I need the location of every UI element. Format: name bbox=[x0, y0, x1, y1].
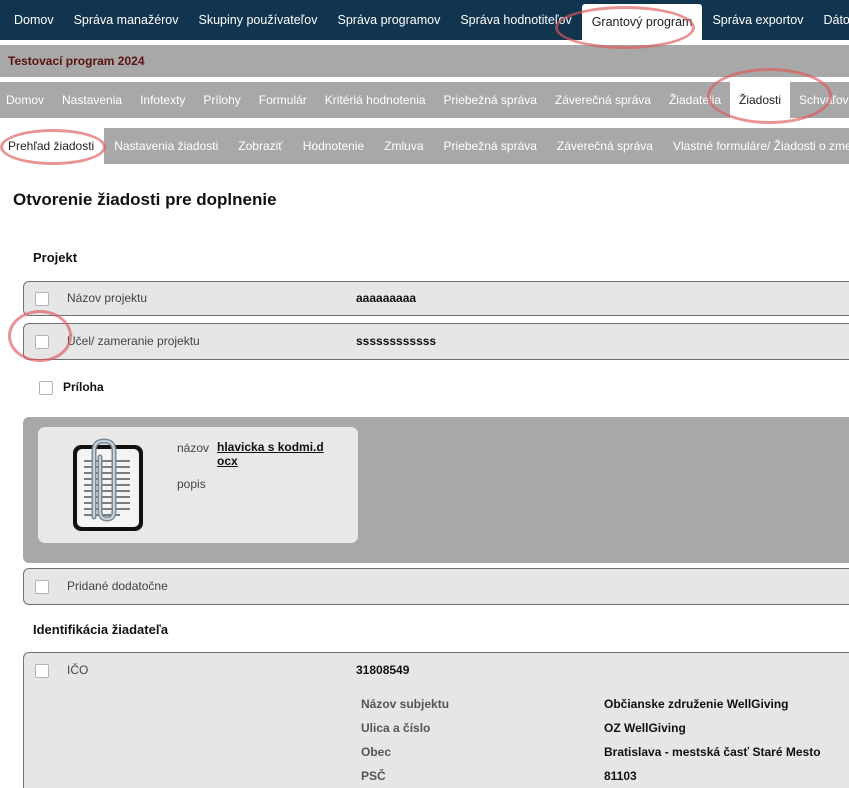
topnav-sprava-programov[interactable]: Správa programov bbox=[328, 3, 451, 37]
field-value: ssssssssssss bbox=[356, 334, 437, 348]
attachment-desc-label: popis bbox=[177, 477, 206, 491]
program-subnav: Domov Nastavenia Infotexty Prílohy Formu… bbox=[0, 82, 849, 118]
section-heading-identifikacia: Identifikácia žiadateľa bbox=[33, 622, 169, 637]
topnav-sprava-hodnotitelov[interactable]: Správa hodnotiteľov bbox=[450, 3, 581, 37]
priloha-label: Príloha bbox=[63, 380, 104, 394]
checkbox-ico[interactable] bbox=[35, 664, 49, 678]
subnav-ziadosti[interactable]: Žiadosti bbox=[730, 82, 791, 118]
field-label: Účel/ zameranie projektu bbox=[67, 334, 200, 348]
field-value: aaaaaaaaa bbox=[356, 291, 417, 305]
tab-zmluva[interactable]: Zmluva bbox=[374, 128, 433, 164]
tab-priebezna-sprava[interactable]: Priebežná správa bbox=[434, 128, 547, 164]
tab-prehlad-ziadosti[interactable]: Prehľad žiadosti bbox=[0, 128, 105, 164]
field-label: Pridané dodatočne bbox=[67, 579, 168, 593]
tab-zobrazit[interactable]: Zobraziť bbox=[228, 128, 293, 164]
subnav-kriteria-hodnotenia[interactable]: Kritériá hodnotenia bbox=[316, 82, 435, 118]
application-tabs: Prehľad žiadosti Nastavenia žiadosti Zob… bbox=[0, 128, 849, 164]
tab-vlastne-formulare[interactable]: Vlastné formuláre/ Žiadosti o zme bbox=[663, 128, 849, 164]
attachment-file-link[interactable]: hlavicka s kodmi.docx bbox=[217, 440, 329, 468]
field-row-nazov-projektu: Názov projektu aaaaaaaaa bbox=[23, 281, 849, 316]
field-row-ucel-projektu: Účel/ zameranie projektu ssssssssssss bbox=[23, 323, 849, 360]
topnav-domov[interactable]: Domov bbox=[4, 3, 64, 37]
subnav-prilohy[interactable]: Prílohy bbox=[194, 82, 249, 118]
subnav-priebezna-sprava[interactable]: Priebežná správa bbox=[435, 82, 546, 118]
topnav-sprava-exportov[interactable]: Správa exportov bbox=[702, 3, 813, 37]
field-row-pridane-dodatocne: Pridané dodatočne bbox=[23, 568, 849, 605]
subnav-ziadatelia[interactable]: Žiadatelia bbox=[660, 82, 730, 118]
tab-hodnotenie[interactable]: Hodnotenie bbox=[293, 128, 374, 164]
checkbox-priloha[interactable] bbox=[39, 381, 53, 395]
subnav-infotexty[interactable]: Infotexty bbox=[131, 82, 194, 118]
field-row-ico: IČO 31808549 bbox=[23, 652, 849, 788]
topnav-skupiny-pouzivatelov[interactable]: Skupiny používateľov bbox=[189, 3, 328, 37]
top-navigation: Domov Správa manažérov Skupiny používate… bbox=[0, 0, 849, 40]
detail-value-nazov-subjektu: Občianske združenie WellGiving bbox=[604, 697, 789, 711]
tab-nastavenia-ziadosti[interactable]: Nastavenia žiadosti bbox=[104, 128, 228, 164]
subnav-formular[interactable]: Formulár bbox=[250, 82, 316, 118]
topnav-datove-zdroje[interactable]: Dátové zd bbox=[813, 3, 849, 37]
attachment-panel: názov hlavicka s kodmi.docx popis bbox=[23, 417, 849, 563]
attachment-card: názov hlavicka s kodmi.docx popis bbox=[38, 427, 358, 543]
detail-label-psc: PSČ bbox=[361, 769, 386, 783]
detail-value-psc: 81103 bbox=[604, 769, 637, 783]
subnav-zaverecna-sprava[interactable]: Záverečná správa bbox=[546, 82, 660, 118]
program-title: Testovací program 2024 bbox=[8, 54, 145, 68]
checkbox-nazov-projektu[interactable] bbox=[35, 292, 49, 306]
page-title: Otvorenie žiadosti pre doplnenie bbox=[13, 190, 277, 209]
field-label: IČO bbox=[67, 663, 89, 677]
detail-value-ulica: OZ WellGiving bbox=[604, 721, 686, 735]
subnav-schvalovanie[interactable]: Schvaľov bbox=[790, 82, 849, 118]
topnav-grantovy-program[interactable]: Grantový program bbox=[581, 4, 703, 40]
detail-label-obec: Obec bbox=[361, 745, 392, 759]
attachment-name-label: názov bbox=[177, 441, 210, 455]
checkbox-pridane-dodatocne[interactable] bbox=[35, 580, 49, 594]
tab-zaverecna-sprava[interactable]: Záverečná správa bbox=[547, 128, 663, 164]
program-title-bar: Testovací program 2024 bbox=[0, 45, 849, 77]
detail-label-ulica: Ulica a číslo bbox=[361, 721, 431, 735]
field-label: Názov projektu bbox=[67, 291, 148, 305]
checkbox-ucel-projektu[interactable] bbox=[35, 335, 49, 349]
subnav-domov[interactable]: Domov bbox=[0, 82, 53, 118]
topnav-sprava-manazerov[interactable]: Správa manažérov bbox=[64, 3, 189, 37]
detail-label-nazov-subjektu: Názov subjektu bbox=[361, 697, 450, 711]
field-value: 31808549 bbox=[356, 663, 410, 677]
document-clip-icon[interactable] bbox=[70, 435, 146, 535]
subnav-nastavenia[interactable]: Nastavenia bbox=[53, 82, 131, 118]
section-heading-projekt: Projekt bbox=[33, 250, 78, 265]
detail-value-obec: Bratislava - mestská časť Staré Mesto bbox=[604, 745, 821, 759]
